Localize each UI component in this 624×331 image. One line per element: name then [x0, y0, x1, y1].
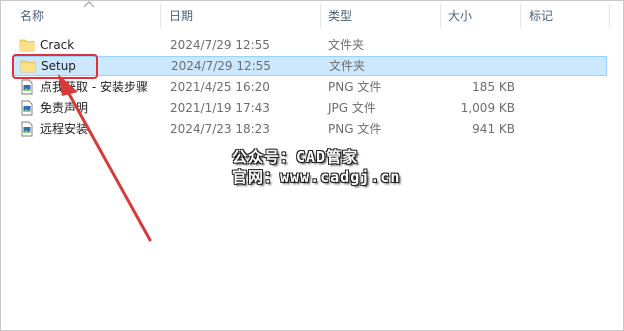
watermark-line-1: 公众号：CAD管家 — [232, 148, 359, 166]
watermark-line-2: 官网：www.cadgj.cn — [232, 168, 401, 186]
